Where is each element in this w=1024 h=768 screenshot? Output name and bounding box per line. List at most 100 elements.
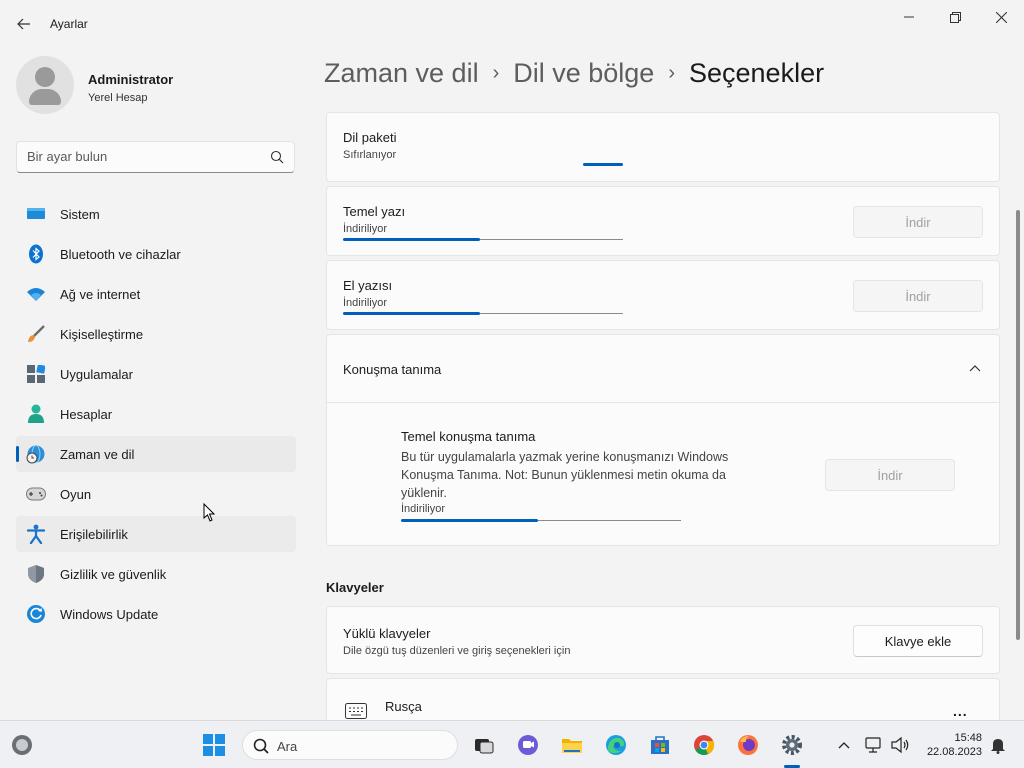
windows-logo-icon — [203, 734, 225, 756]
maximize-button[interactable] — [932, 4, 978, 30]
minimize-button[interactable] — [886, 4, 932, 30]
minimize-icon — [904, 16, 914, 18]
speech-recognition-card: Konuşma tanıma Temel konuşma tanıma Bu t… — [326, 334, 1000, 546]
network-status-button[interactable] — [860, 731, 888, 759]
gear-icon — [782, 735, 802, 755]
handwriting-download-button[interactable]: İndir — [853, 280, 983, 312]
basic-speech-title: Temel konuşma tanıma — [401, 429, 536, 444]
search-input[interactable] — [27, 149, 262, 164]
apps-icon — [26, 364, 46, 384]
breadcrumb-separator: › — [668, 62, 675, 84]
show-hidden-icons-button[interactable] — [830, 731, 858, 759]
handwriting-card: El yazısı İndiriliyor İndir — [326, 260, 1000, 330]
keyboard-name: Rusça — [385, 699, 422, 714]
clock-time: 15:48 — [954, 732, 982, 744]
globe-clock-icon — [26, 444, 46, 464]
basic-typing-progress — [343, 238, 623, 241]
page-title: Seçenekler — [689, 58, 825, 88]
clock[interactable]: 15:48 22.08.2023 — [920, 731, 982, 759]
file-explorer-button[interactable] — [558, 731, 586, 759]
settings-search[interactable] — [16, 141, 295, 173]
basic-speech-description: Bu tür uygulamalarla yazmak yerine konuş… — [401, 450, 729, 500]
teams-chat-button[interactable] — [514, 731, 542, 759]
taskbar-search-label: Ara — [277, 739, 298, 754]
more-options-button[interactable]: ... — [953, 703, 968, 719]
progress-fill — [343, 312, 481, 315]
sidebar-item-label: Uygulamalar — [60, 367, 133, 382]
sidebar-item-label: Erişilebilirlik — [60, 527, 128, 542]
sidebar-item-privacy[interactable]: Gizlilik ve güvenlik — [16, 556, 296, 592]
taskbar-search[interactable]: Ara — [242, 730, 458, 760]
back-arrow-icon — [17, 18, 30, 30]
basic-speech-progress — [401, 519, 681, 522]
store-icon — [651, 736, 669, 754]
progress-fill — [401, 519, 539, 522]
notification-bell-icon — [991, 739, 1005, 754]
sidebar-item-label: Oyun — [60, 487, 92, 502]
basic-speech-download-button[interactable]: İndir — [825, 459, 955, 491]
sidebar-item-windows-update[interactable]: Windows Update — [16, 596, 296, 632]
search-icon — [270, 150, 284, 164]
sidebar-item-label: Ağ ve internet — [60, 287, 141, 302]
avatar[interactable] — [16, 56, 74, 114]
sidebar-item-sistem[interactable]: Sistem — [16, 196, 296, 232]
edge-button[interactable] — [602, 731, 630, 759]
search-icon — [253, 738, 269, 754]
sidebar-item-personalization[interactable]: Kişiselleştirme — [16, 316, 296, 352]
installed-keyboards-subtitle: Dile özgü tuş düzenleri ve giriş seçenek… — [343, 645, 571, 657]
firefox-button[interactable] — [734, 731, 762, 759]
task-view-button[interactable] — [470, 731, 498, 759]
chevron-up-icon — [969, 365, 981, 372]
keyboards-heading: Klavyeler — [326, 580, 384, 595]
sidebar-item-accounts[interactable]: Hesaplar — [16, 396, 296, 432]
basic-typing-download-button[interactable]: İndir — [853, 206, 983, 238]
add-keyboard-button[interactable]: Klavye ekle — [853, 625, 983, 657]
sidebar-item-label: Zaman ve dil — [60, 447, 135, 462]
sidebar-item-gaming[interactable]: Oyun — [16, 476, 296, 512]
settings-app-button[interactable] — [778, 731, 806, 759]
speech-recognition-title: Konuşma tanıma — [343, 362, 442, 377]
title-bar: Ayarlar — [0, 0, 1024, 48]
mouse-cursor-icon — [203, 503, 216, 522]
close-button[interactable] — [978, 4, 1024, 30]
sidebar-item-time-language[interactable]: Zaman ve dil — [16, 436, 296, 472]
sidebar-item-label: Kişiselleştirme — [60, 327, 144, 342]
sidebar-item-accessibility[interactable]: Erişilebilirlik — [16, 516, 296, 552]
breadcrumb-item-language-region[interactable]: Dil ve bölge — [513, 58, 654, 88]
sidebar-nav: Sistem Bluetooth ve cihazlar Ağ ve inter… — [16, 196, 296, 636]
chat-icon — [518, 735, 538, 755]
sidebar-item-apps[interactable]: Uygulamalar — [16, 356, 296, 392]
scrollbar[interactable] — [1016, 210, 1020, 640]
sidebar-item-network[interactable]: Ağ ve internet — [16, 276, 296, 312]
language-pack-card: Dil paketi Sıfırlanıyor — [326, 112, 1000, 182]
maximize-icon — [949, 11, 961, 23]
volume-icon — [891, 736, 909, 754]
installed-keyboards-title: Yüklü klavyeler — [343, 626, 431, 641]
notifications-button[interactable] — [984, 731, 1012, 759]
bluetooth-icon — [26, 244, 46, 264]
firefox-icon — [738, 735, 758, 755]
volume-button[interactable] — [886, 731, 914, 759]
accessibility-icon — [26, 524, 46, 544]
sidebar-item-label: Bluetooth ve cihazlar — [60, 247, 181, 262]
installed-keyboards-card: Yüklü klavyeler Dile özgü tuş düzenleri … — [326, 606, 1000, 674]
sidebar-item-label: Windows Update — [60, 607, 159, 622]
keyboard-icon — [345, 703, 367, 719]
shield-icon — [26, 564, 46, 584]
language-pack-status: Sıfırlanıyor — [343, 149, 397, 161]
clock-date: 22.08.2023 — [926, 746, 982, 758]
chrome-button[interactable] — [690, 731, 718, 759]
sidebar-item-label: Hesaplar — [60, 407, 113, 422]
brush-icon — [26, 324, 46, 344]
language-pack-title: Dil paketi — [343, 130, 397, 145]
speech-recognition-header[interactable]: Konuşma tanıma — [327, 335, 999, 402]
divider — [327, 402, 999, 403]
basic-typing-status: İndiriliyor — [343, 223, 388, 235]
weather-icon — [12, 735, 32, 755]
start-button[interactable] — [200, 731, 228, 759]
back-button[interactable] — [10, 10, 38, 38]
sidebar-item-bluetooth[interactable]: Bluetooth ve cihazlar — [16, 236, 296, 272]
store-button[interactable] — [646, 731, 674, 759]
breadcrumb-item-time-language[interactable]: Zaman ve dil — [324, 58, 479, 88]
weather-widget[interactable] — [8, 731, 36, 759]
